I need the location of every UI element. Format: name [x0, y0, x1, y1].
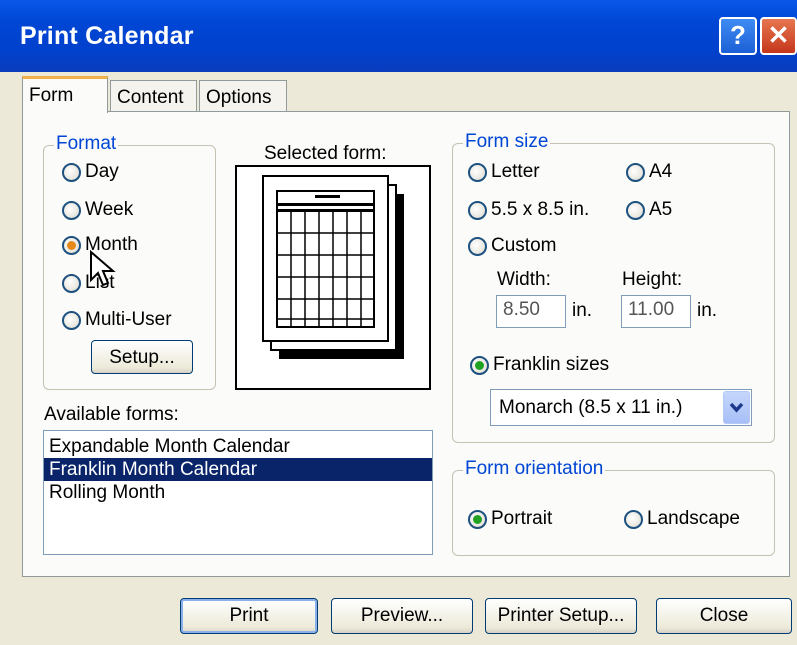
size-a4-label: A4 [649, 161, 673, 182]
radio-button-icon [62, 310, 81, 330]
format-week-radio[interactable]: Week [62, 199, 133, 221]
calendar-form-thumbnail-icon [262, 175, 404, 359]
radio-button-selected-icon [470, 355, 489, 375]
radio-button-icon [626, 162, 645, 182]
print-button[interactable]: Print [180, 598, 318, 634]
size-letter-label: Letter [491, 161, 540, 182]
orientation-portrait-label: Portrait [491, 508, 553, 529]
title-bar: Print Calendar ? ✕ [0, 0, 797, 72]
window-title: Print Calendar [20, 22, 194, 50]
height-unit-label: in. [697, 300, 718, 321]
form-orientation-legend: Form orientation [463, 458, 606, 480]
franklin-size-value: Monarch (8.5 x 11 in.) [499, 397, 683, 418]
close-button[interactable]: Close [656, 598, 792, 634]
size-a5-label: A5 [649, 199, 673, 220]
setup-button[interactable]: Setup... [91, 340, 193, 374]
radio-button-icon [468, 200, 487, 220]
list-item[interactable]: Rolling Month [44, 481, 432, 504]
format-week-label: Week [85, 199, 134, 220]
close-window-button[interactable]: ✕ [760, 17, 797, 55]
size-a5-radio[interactable]: A5 [626, 199, 672, 221]
size-custom-radio[interactable]: Custom [468, 235, 556, 257]
radio-button-icon [626, 200, 645, 220]
available-forms-list[interactable]: Expandable Month Calendar Franklin Month… [43, 430, 433, 555]
franklin-size-dropdown[interactable]: Monarch (8.5 x 11 in.) [490, 389, 752, 426]
size-a4-radio[interactable]: A4 [626, 161, 672, 183]
width-unit-label: in. [572, 300, 593, 321]
radio-button-icon [468, 236, 487, 256]
size-half-letter-label: 5.5 x 8.5 in. [491, 199, 590, 220]
chevron-down-icon[interactable] [723, 391, 750, 424]
radio-button-selected-icon [468, 509, 487, 529]
width-field[interactable]: 8.50 [496, 295, 566, 328]
mouse-cursor-icon [90, 250, 116, 287]
size-custom-label: Custom [491, 235, 557, 256]
tab-options[interactable]: Options [199, 80, 287, 112]
radio-button-icon [62, 200, 81, 220]
radio-button-icon [62, 273, 81, 293]
size-letter-radio[interactable]: Letter [468, 161, 540, 183]
selected-form-label: Selected form: [264, 143, 387, 164]
radio-button-icon [624, 509, 643, 529]
format-day-label: Day [85, 161, 119, 182]
orientation-portrait-radio[interactable]: Portrait [468, 508, 552, 530]
height-label: Height: [622, 269, 683, 290]
franklin-sizes-label: Franklin sizes [493, 354, 610, 375]
radio-button-icon [62, 162, 81, 182]
tab-content[interactable]: Content [110, 80, 197, 112]
list-item[interactable]: Expandable Month Calendar [44, 435, 432, 458]
orientation-landscape-radio[interactable]: Landscape [624, 508, 740, 530]
selected-form-preview [235, 165, 431, 390]
form-size-legend: Form size [463, 131, 551, 153]
size-half-letter-radio[interactable]: 5.5 x 8.5 in. [468, 199, 589, 221]
franklin-sizes-radio[interactable]: Franklin sizes [470, 354, 609, 376]
height-field[interactable]: 11.00 [621, 295, 691, 328]
format-legend: Format [54, 133, 119, 155]
format-day-radio[interactable]: Day [62, 161, 119, 183]
available-forms-label: Available forms: [44, 404, 179, 425]
printer-setup-button[interactable]: Printer Setup... [485, 598, 637, 634]
list-item-selected[interactable]: Franklin Month Calendar [44, 458, 432, 481]
width-label: Width: [497, 269, 551, 290]
preview-button[interactable]: Preview... [331, 598, 473, 634]
radio-button-icon [468, 162, 487, 182]
radio-button-selected-icon [62, 235, 81, 255]
format-multi-user-radio[interactable]: Multi-User [62, 309, 172, 331]
help-button[interactable]: ? [719, 17, 757, 55]
format-multi-user-label: Multi-User [85, 309, 172, 330]
tab-form[interactable]: Form [22, 76, 108, 113]
orientation-landscape-label: Landscape [647, 508, 740, 529]
